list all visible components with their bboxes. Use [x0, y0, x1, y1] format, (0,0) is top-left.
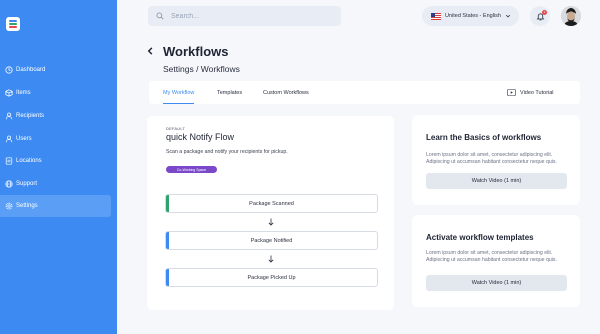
clock-icon	[5, 66, 13, 74]
sidebar-item-settings[interactable]: Settings	[0, 195, 111, 217]
document-icon	[5, 157, 13, 165]
arrow-down-icon	[268, 218, 274, 226]
arrow-down-icon	[268, 255, 274, 263]
learn-basics-card: Learn the Basics of workflows Lorem ipsu…	[412, 115, 580, 205]
card-title: Learn the Basics of workflows	[426, 133, 542, 142]
workspace-badge: Co-Working Space	[166, 166, 217, 173]
video-tutorial-button[interactable]: Video Tutorial	[507, 81, 554, 104]
sidebar-item-support[interactable]: Support	[0, 173, 111, 195]
step-color-bar	[166, 195, 169, 212]
page-title: Workflows	[163, 44, 229, 59]
step-label: Package Scanned	[249, 200, 294, 207]
workflow-step[interactable]: Package Scanned	[165, 194, 378, 213]
sidebar-item-label: Recipients	[16, 113, 45, 119]
step-color-bar	[166, 269, 169, 286]
sidebar: Dashboard Items Recipients Users Locatio…	[0, 0, 117, 334]
watch-video-button[interactable]: Watch Video (1 min)	[426, 275, 567, 291]
sidebar-item-label: Locations	[16, 158, 42, 164]
step-label: Package Picked Up	[247, 274, 296, 281]
tab-my-workflow[interactable]: My Workflow	[163, 81, 195, 104]
workflow-description: Scan a package and notify your recipient…	[166, 149, 288, 155]
search-bar[interactable]	[148, 6, 341, 26]
gear-icon	[5, 202, 13, 210]
sidebar-item-users[interactable]: Users	[0, 128, 111, 150]
video-tutorial-label: Video Tutorial	[520, 89, 554, 96]
workflow-step[interactable]: Package Notified	[165, 231, 378, 250]
sidebar-item-label: Users	[16, 136, 32, 142]
language-selector[interactable]: United States - English	[422, 6, 519, 26]
notifications-button[interactable]: 1	[530, 6, 550, 26]
user-icon	[5, 112, 13, 120]
search-icon	[156, 12, 164, 20]
notification-badge: 1	[542, 10, 547, 15]
card-title: Activate workflow templates	[426, 233, 534, 242]
app-logo[interactable]	[6, 17, 20, 31]
card-text: Lorem ipsum dolor sit amet, consectetur …	[426, 250, 557, 263]
sidebar-item-items[interactable]: Items	[0, 82, 111, 104]
workflow-title: quick Notify Flow	[166, 132, 235, 142]
back-arrow-icon[interactable]	[146, 46, 155, 56]
default-label: DEFAULT	[166, 126, 186, 131]
workflow-card: DEFAULT quick Notify Flow Scan a package…	[147, 116, 394, 310]
tab-custom-workflows[interactable]: Custom Workflows	[263, 81, 309, 104]
avatar-image	[561, 6, 581, 26]
box-icon	[5, 89, 13, 97]
tab-templates[interactable]: Templates	[217, 81, 242, 104]
video-icon	[507, 89, 516, 96]
sidebar-item-label: Items	[16, 90, 31, 96]
sidebar-item-recipients[interactable]: Recipients	[0, 105, 111, 127]
card-text: Lorem ipsum dolor sit amet, consectetur …	[426, 152, 557, 165]
chevron-down-icon	[505, 14, 511, 18]
step-label: Package Notified	[250, 237, 293, 244]
globe-icon	[5, 180, 13, 188]
watch-video-button[interactable]: Watch Video (1 min)	[426, 173, 567, 189]
us-flag-icon	[431, 12, 441, 20]
sidebar-item-locations[interactable]: Locations	[0, 150, 111, 172]
sidebar-item-label: Settings	[16, 203, 38, 209]
activate-templates-card: Activate workflow templates Lorem ipsum …	[412, 215, 580, 307]
step-color-bar	[166, 232, 169, 249]
language-label: United States - English	[445, 13, 501, 19]
sidebar-item-dashboard[interactable]: Dashboard	[0, 59, 111, 81]
search-input[interactable]	[171, 12, 321, 20]
workflow-step[interactable]: Package Picked Up	[165, 268, 378, 287]
tabs-bar: My Workflow Templates Custom Workflows V…	[149, 81, 580, 104]
avatar[interactable]	[561, 6, 581, 26]
sidebar-item-label: Dashboard	[16, 67, 46, 73]
sidebar-item-label: Support	[16, 181, 38, 187]
breadcrumb: Settings / Workflows	[163, 64, 240, 74]
users-icon	[5, 135, 13, 143]
